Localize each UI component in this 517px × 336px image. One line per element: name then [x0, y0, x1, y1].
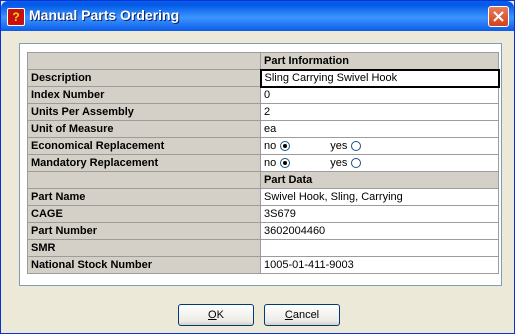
table-row: SMR: [27, 239, 499, 257]
ok-label-rest: K: [216, 309, 224, 321]
header-blank-cell: [27, 52, 261, 70]
table-row: National Stock Number 1005-01-411-9003: [27, 256, 499, 274]
table-row: Units Per Assembly 2: [27, 103, 499, 121]
parts-grid: Part Information Description Sling Carry…: [27, 52, 500, 274]
cage-field[interactable]: 3S679: [260, 205, 499, 223]
smr-field[interactable]: [260, 239, 499, 257]
economical-yes-radio[interactable]: [351, 141, 362, 151]
units-per-assembly-field[interactable]: 2: [260, 103, 499, 121]
table-row: Index Number 0: [27, 86, 499, 104]
row-label: SMR: [27, 239, 261, 257]
mandatory-no-radio[interactable]: [280, 158, 291, 168]
radio-yes-label: yes: [330, 140, 348, 152]
app-question-icon: ?: [7, 8, 25, 26]
row-label: Part Number: [27, 222, 261, 240]
row-label: Unit of Measure: [27, 120, 261, 138]
cancel-mnemonic: C: [284, 309, 293, 321]
section-header-part-data: Part Data: [260, 171, 499, 189]
radio-no-label: no: [264, 157, 277, 169]
section-header-part-information: Part Information: [260, 52, 499, 70]
row-label: Description: [27, 69, 261, 87]
table-row: CAGE 3S679: [27, 205, 499, 223]
mandatory-replacement-options: no yes: [260, 154, 499, 172]
table-row: Part Number 3602004460: [27, 222, 499, 240]
ok-button[interactable]: OK: [178, 304, 254, 326]
row-label: Economical Replacement: [27, 137, 261, 155]
row-label: Units Per Assembly: [27, 103, 261, 121]
row-label: Index Number: [27, 86, 261, 104]
row-label: Mandatory Replacement: [27, 154, 261, 172]
table-row: Unit of Measure ea: [27, 120, 499, 138]
row-label: CAGE: [27, 205, 261, 223]
table-row: Part Name Swivel Hook, Sling, Carrying: [27, 188, 499, 206]
radio-yes-label: yes: [330, 157, 348, 169]
description-field[interactable]: Sling Carrying Swivel Hook: [259, 68, 500, 88]
radio-no-label: no: [264, 140, 277, 152]
header-blank-cell: [27, 171, 261, 189]
economical-no-radio[interactable]: [280, 141, 291, 151]
table-row: Mandatory Replacement no yes: [27, 154, 499, 172]
dialog-window: ? Manual Parts Ordering Part Information…: [0, 0, 515, 334]
mandatory-yes-radio[interactable]: [351, 158, 362, 168]
table-row: Economical Replacement no yes: [27, 137, 499, 155]
table-row: Description Sling Carrying Swivel Hook: [27, 68, 500, 88]
cancel-label-rest: ancel: [292, 309, 320, 321]
section-header-row: Part Data: [27, 171, 499, 189]
cancel-button[interactable]: Cancel: [264, 304, 340, 326]
part-name-field[interactable]: Swivel Hook, Sling, Carrying: [260, 188, 499, 206]
window-title: Manual Parts Ordering: [29, 7, 180, 23]
close-icon: [493, 11, 504, 22]
ok-mnemonic: O: [208, 309, 217, 321]
part-number-field[interactable]: 3602004460: [260, 222, 499, 240]
row-label: Part Name: [27, 188, 261, 206]
national-stock-number-field[interactable]: 1005-01-411-9003: [260, 256, 499, 274]
section-header-row: Part Information: [27, 52, 499, 70]
row-label: National Stock Number: [27, 256, 261, 274]
title-bar[interactable]: ? Manual Parts Ordering: [1, 1, 514, 31]
index-number-field[interactable]: 0: [260, 86, 499, 104]
economical-replacement-options: no yes: [260, 137, 499, 155]
parts-grid-frame: Part Information Description Sling Carry…: [19, 43, 502, 286]
close-button[interactable]: [488, 6, 509, 27]
unit-of-measure-field[interactable]: ea: [260, 120, 499, 138]
